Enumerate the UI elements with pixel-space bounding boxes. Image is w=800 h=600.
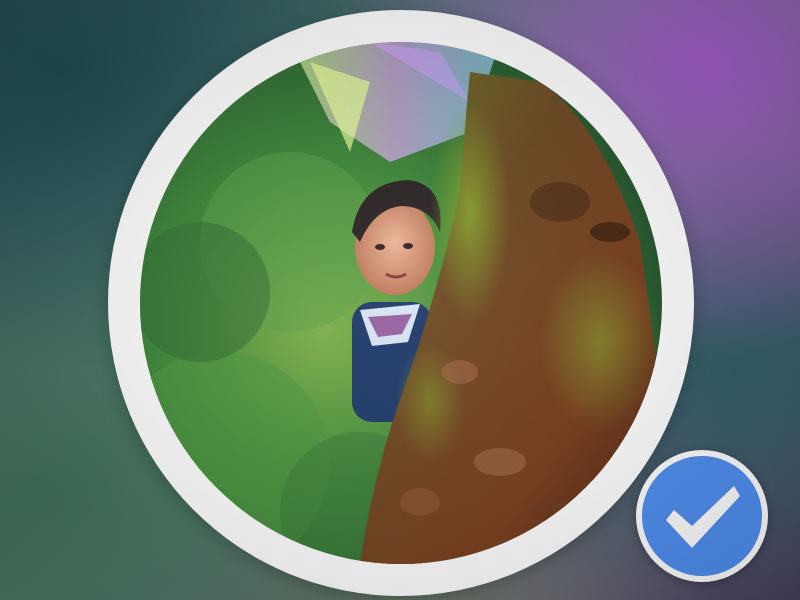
avatar[interactable] bbox=[140, 42, 662, 564]
avatar-photo-image bbox=[140, 42, 662, 564]
checkmark-icon bbox=[642, 456, 762, 576]
verified-badge bbox=[636, 450, 768, 582]
profile-background bbox=[0, 0, 800, 600]
